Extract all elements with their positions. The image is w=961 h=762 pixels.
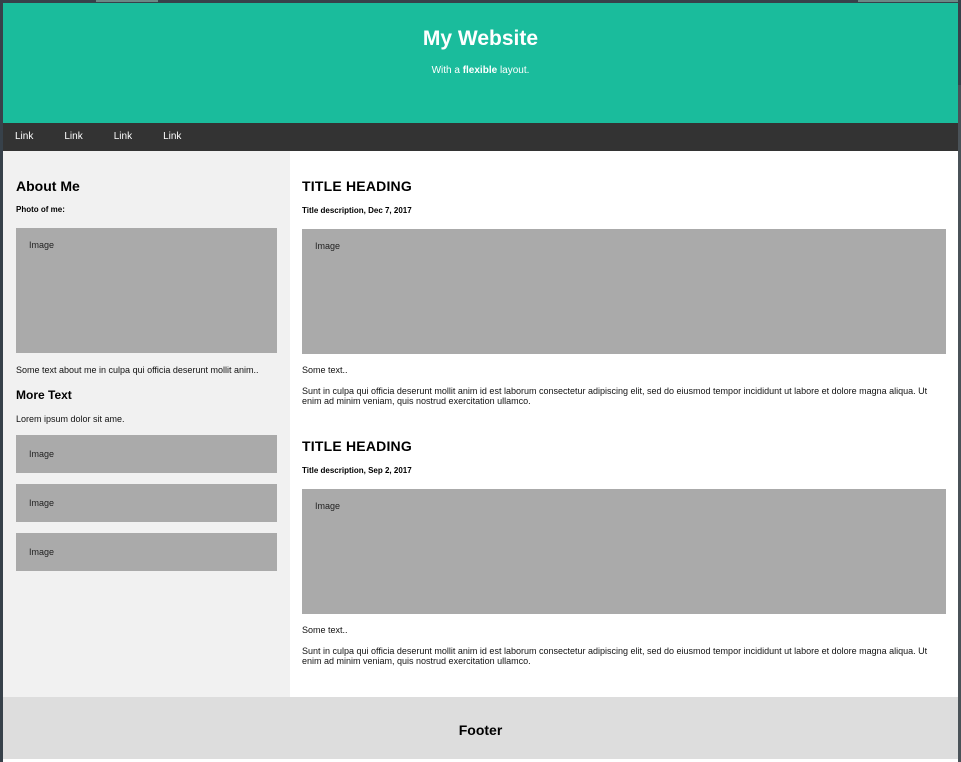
subtitle-text: With a	[431, 65, 463, 76]
footer-text: Footer	[458, 722, 503, 738]
site-title: My Website	[422, 27, 539, 50]
post-title: TITLE HEADING	[302, 178, 412, 194]
sidebar: About Me Photo of me: Image Some text ab…	[3, 151, 290, 697]
post-short-text: Some text..	[302, 365, 348, 375]
about-title: About Me	[16, 178, 80, 194]
sidebar-image-2: Image	[16, 484, 277, 522]
post-short-text: Some text..	[302, 625, 348, 635]
site-header: My Website With a flexible layout.	[3, 3, 958, 123]
post-image: Image	[302, 489, 946, 614]
content-row: About Me Photo of me: Image Some text ab…	[3, 151, 958, 697]
more-text-body: Lorem ipsum dolor sit ame.	[16, 414, 125, 424]
photo-placeholder: Image	[16, 228, 277, 353]
post-description: Title description, Dec 7, 2017	[302, 206, 412, 215]
image-label: Image	[29, 449, 55, 459]
main-content: TITLE HEADING Title description, Dec 7, …	[290, 151, 958, 697]
subtitle-text: layout.	[497, 65, 530, 76]
subtitle-emphasis: flexible	[462, 65, 498, 76]
image-label: Image	[315, 241, 341, 251]
more-text-title: More Text	[16, 388, 72, 402]
about-text: Some text about me in culpa qui officia …	[16, 365, 259, 375]
nav-link-4[interactable]: Link	[151, 123, 193, 151]
photo-label: Photo of me:	[16, 205, 65, 214]
post-body: Sunt in culpa qui officia deserunt molli…	[302, 386, 928, 406]
page-frame: My Website With a flexible layout. Link …	[3, 3, 958, 762]
nav-link-1[interactable]: Link	[3, 123, 45, 151]
image-label: Image	[29, 547, 55, 557]
site-footer: Footer	[3, 697, 958, 759]
post-image: Image	[302, 229, 946, 354]
nav-link-2[interactable]: Link	[52, 123, 94, 151]
sidebar-image-3: Image	[16, 533, 277, 571]
post-title: TITLE HEADING	[302, 438, 412, 454]
nav-link-3[interactable]: Link	[102, 123, 144, 151]
navbar: Link Link Link Link	[3, 123, 958, 151]
image-label: Image	[29, 498, 55, 508]
image-label: Image	[315, 501, 341, 511]
post-description: Title description, Sep 2, 2017	[302, 466, 412, 475]
image-label: Image	[29, 240, 55, 250]
tab-highlight	[96, 0, 158, 2]
post-body: Sunt in culpa qui officia deserunt molli…	[302, 646, 928, 666]
tab-highlight	[858, 0, 958, 2]
sidebar-image-1: Image	[16, 435, 277, 473]
site-subtitle: With a flexible layout.	[3, 65, 958, 76]
